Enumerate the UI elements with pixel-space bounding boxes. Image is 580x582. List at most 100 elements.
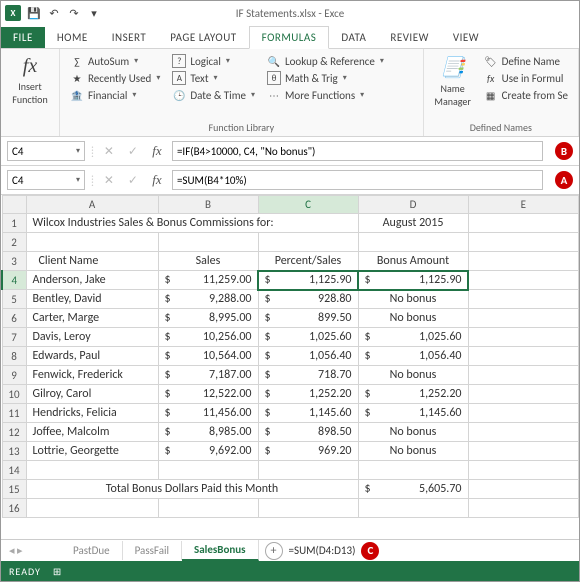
- qat-customize-icon[interactable]: ▾: [87, 6, 101, 20]
- cancel-formula-button-2[interactable]: ✕: [100, 171, 118, 189]
- row-header-9[interactable]: 9: [2, 366, 26, 385]
- tab-data[interactable]: DATA: [329, 27, 378, 48]
- cell-percent[interactable]: $1,056.40: [258, 347, 358, 366]
- more-functions-button[interactable]: ⋯More Functions▾: [263, 87, 388, 103]
- col-header-a[interactable]: A: [26, 196, 158, 214]
- cell[interactable]: [468, 442, 579, 461]
- col-header-e[interactable]: E: [468, 196, 579, 214]
- cell[interactable]: [468, 271, 579, 290]
- cell-percent[interactable]: $718.70: [258, 366, 358, 385]
- header-client-name[interactable]: Client Name: [26, 252, 158, 271]
- tab-page-layout[interactable]: PAGE LAYOUT: [158, 27, 248, 48]
- col-header-c[interactable]: C: [258, 196, 358, 214]
- tab-review[interactable]: REVIEW: [378, 27, 441, 48]
- cell-sales[interactable]: $8,985.00: [158, 423, 258, 442]
- name-manager-button[interactable]: 📑 Name Manager: [430, 53, 476, 119]
- header-bonus-amount[interactable]: Bonus Amount: [358, 252, 468, 271]
- cell[interactable]: [468, 423, 579, 442]
- cell-date[interactable]: August 2015: [358, 214, 468, 233]
- cell-sales[interactable]: $9,692.00: [158, 442, 258, 461]
- date-time-button[interactable]: 🕒Date & Time▾: [168, 87, 259, 103]
- row-header-10[interactable]: 10: [2, 385, 26, 404]
- row-header-12[interactable]: 12: [2, 423, 26, 442]
- cell-name[interactable]: Edwards, Paul: [26, 347, 158, 366]
- row-header-3[interactable]: 3: [2, 252, 26, 271]
- cell-sales[interactable]: $7,187.00: [158, 366, 258, 385]
- use-in-formula-button[interactable]: fxUse in Formul: [480, 70, 572, 86]
- insert-function-button[interactable]: fx Insert Function: [7, 53, 53, 108]
- cell[interactable]: [468, 309, 579, 328]
- create-from-selection-button[interactable]: ▦Create from Se: [480, 87, 572, 103]
- sheet-tab-pastdue[interactable]: PastDue: [61, 541, 123, 560]
- cell-bonus[interactable]: No bonus: [358, 309, 468, 328]
- row-header-11[interactable]: 11: [2, 404, 26, 423]
- financial-button[interactable]: 🏦Financial▾: [66, 87, 164, 103]
- cell-name[interactable]: Hendricks, Felicia: [26, 404, 158, 423]
- cell-percent[interactable]: $898.50: [258, 423, 358, 442]
- row-header-16[interactable]: 16: [2, 499, 26, 518]
- tab-formulas[interactable]: FORMULAS: [249, 26, 330, 49]
- row-header-8[interactable]: 8: [2, 347, 26, 366]
- cell[interactable]: [468, 214, 579, 233]
- col-header-d[interactable]: D: [358, 196, 468, 214]
- cell-bonus[interactable]: $1,145.60: [358, 404, 468, 423]
- save-icon[interactable]: 💾: [27, 6, 41, 20]
- redo-icon[interactable]: ↷: [67, 6, 81, 20]
- cell-sales[interactable]: $10,256.00: [158, 328, 258, 347]
- cell-title[interactable]: Wilcox Industries Sales & Bonus Commissi…: [26, 214, 358, 233]
- cell-bonus[interactable]: $1,056.40: [358, 347, 468, 366]
- recently-used-button[interactable]: ★Recently Used▾: [66, 70, 164, 86]
- cell-percent[interactable]: $1,025.60: [258, 328, 358, 347]
- math-trig-button[interactable]: θMath & Trig▾: [263, 70, 388, 86]
- row-header-15[interactable]: 15: [2, 480, 26, 499]
- sheet-tab-passfail[interactable]: PassFail: [123, 541, 182, 560]
- fx-button-2[interactable]: fx: [148, 171, 166, 189]
- row-header-1[interactable]: 1: [2, 214, 26, 233]
- cell-percent[interactable]: $928.80: [258, 290, 358, 309]
- row-header-14[interactable]: 14: [2, 461, 26, 480]
- formula-input-b[interactable]: =IF(B4>10000, C4, "No bonus"): [172, 141, 543, 161]
- cell-bonus[interactable]: $1,125.90: [358, 271, 468, 290]
- cell-bonus[interactable]: No bonus: [358, 290, 468, 309]
- row-header-6[interactable]: 6: [2, 309, 26, 328]
- fx-button[interactable]: fx: [148, 142, 166, 160]
- total-label[interactable]: Total Bonus Dollars Paid this Month: [26, 480, 358, 499]
- name-box[interactable]: C4▾: [7, 141, 85, 161]
- cell[interactable]: [468, 290, 579, 309]
- total-value[interactable]: $5,605.70: [358, 480, 468, 499]
- add-sheet-button[interactable]: +: [265, 542, 283, 560]
- undo-icon[interactable]: ↶: [47, 6, 61, 20]
- cell-sales[interactable]: $10,564.00: [158, 347, 258, 366]
- cell-name[interactable]: Fenwick, Frederick: [26, 366, 158, 385]
- cell-name[interactable]: Bentley, David: [26, 290, 158, 309]
- lookup-reference-button[interactable]: 🔍Lookup & Reference▾: [263, 53, 388, 69]
- logical-button[interactable]: ?Logical▾: [168, 53, 259, 69]
- row-header-5[interactable]: 5: [2, 290, 26, 309]
- cell-sales[interactable]: $11,456.00: [158, 404, 258, 423]
- cell[interactable]: [468, 385, 579, 404]
- row-header-2[interactable]: 2: [2, 233, 26, 252]
- cell-bonus[interactable]: $1,252.20: [358, 385, 468, 404]
- cell-name[interactable]: Gilroy, Carol: [26, 385, 158, 404]
- cell-bonus[interactable]: No bonus: [358, 442, 468, 461]
- cell[interactable]: [468, 366, 579, 385]
- cell-percent[interactable]: $899.50: [258, 309, 358, 328]
- tab-file[interactable]: FILE: [1, 27, 45, 48]
- text-button[interactable]: AText▾: [168, 70, 259, 86]
- cell-sales[interactable]: $11,259.00: [158, 271, 258, 290]
- tab-insert[interactable]: INSERT: [100, 27, 159, 48]
- cell-percent[interactable]: $969.20: [258, 442, 358, 461]
- autosum-button[interactable]: ∑AutoSum▾: [66, 53, 164, 69]
- cell[interactable]: [468, 404, 579, 423]
- macro-record-icon[interactable]: ⊞: [53, 565, 62, 578]
- select-all-corner[interactable]: [2, 196, 26, 214]
- cell-sales[interactable]: $8,995.00: [158, 309, 258, 328]
- row-header-7[interactable]: 7: [2, 328, 26, 347]
- cell[interactable]: [468, 328, 579, 347]
- cell-sales[interactable]: $12,522.00: [158, 385, 258, 404]
- tab-home[interactable]: HOME: [45, 27, 100, 48]
- cell[interactable]: [468, 347, 579, 366]
- cell-percent[interactable]: $1,125.90: [258, 271, 358, 290]
- header-percent-sales[interactable]: Percent/Sales: [258, 252, 358, 271]
- enter-formula-button[interactable]: ✓: [124, 142, 142, 160]
